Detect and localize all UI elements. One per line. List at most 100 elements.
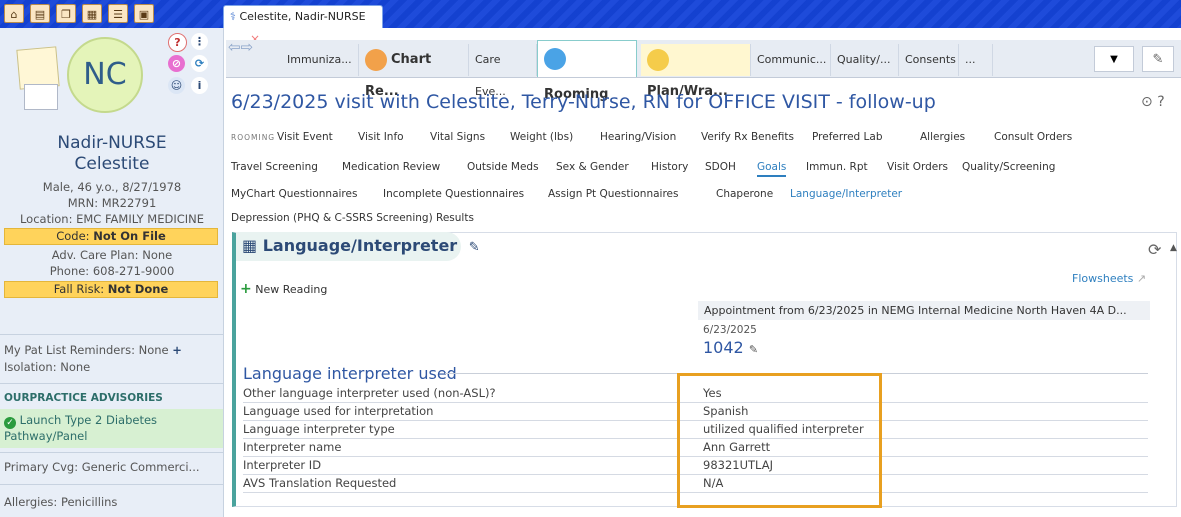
patient-name[interactable]: Nadir-NURSE Celestite xyxy=(0,133,224,175)
reading-time-value: 1042 xyxy=(703,338,744,357)
tab-quality[interactable]: Quality/... xyxy=(831,44,899,76)
tab-rooming[interactable]: Rooming xyxy=(537,40,637,102)
stethoscope-icon: ⚕ xyxy=(230,10,236,23)
tab-plan-wrap[interactable]: Plan/Wra... xyxy=(641,44,751,99)
link-visit-orders[interactable]: Visit Orders xyxy=(887,161,948,173)
back-arrow-icon[interactable]: ⇦ xyxy=(228,38,241,56)
external-link-icon: ↗ xyxy=(1136,272,1147,285)
link-sdoh[interactable]: SDOH xyxy=(705,161,736,173)
sheets-icon[interactable]: ❐ xyxy=(56,4,76,23)
link-immun-rpt[interactable]: Immun. Rpt xyxy=(806,161,868,173)
flowsheets-label: Flowsheets xyxy=(1072,272,1134,285)
fall-risk-value: Not Done xyxy=(107,282,169,296)
calendar-icon[interactable]: ▦ xyxy=(82,4,102,23)
highlight-box xyxy=(677,373,882,508)
link-hearing-vision[interactable]: Hearing/Vision xyxy=(600,131,676,143)
nav-arrows: ⇦⇨ xyxy=(228,38,253,56)
section-title: ▦ Language/Interpreter ✎ xyxy=(242,236,480,255)
tab-consents[interactable]: Consents xyxy=(899,44,959,76)
advisories-header: OURPRACTICE ADVISORIES xyxy=(4,392,163,404)
link-quality-screening[interactable]: Quality/Screening xyxy=(962,161,1055,173)
link-incomplete-questionnaires[interactable]: Incomplete Questionnaires xyxy=(383,188,524,200)
tree-icon[interactable]: ⋮ xyxy=(191,33,208,50)
primary-coverage[interactable]: Primary Cvg: Generic Commerci... xyxy=(4,460,200,475)
link-visit-event[interactable]: Visit Event xyxy=(277,131,333,143)
link-medication-review[interactable]: Medication Review xyxy=(342,161,440,173)
link-travel-screening[interactable]: Travel Screening xyxy=(231,161,318,173)
adv-care-plan[interactable]: Adv. Care Plan: None xyxy=(0,247,224,263)
visit-title: 6/23/2025 visit with Celestite, Terry-Nu… xyxy=(231,91,936,113)
divider xyxy=(0,484,224,485)
link-chaperone[interactable]: Chaperone xyxy=(716,188,773,200)
system-toolbar: ⌂ ▤ ❐ ▦ ☰ ▣ xyxy=(0,0,1181,28)
plan-icon xyxy=(647,48,669,71)
link-depression-results[interactable]: Depression (PHQ & C-SSRS Screening) Resu… xyxy=(231,212,474,224)
patient-tab-label: Celestite, Nadir-NURSE xyxy=(239,10,366,23)
allergies[interactable]: Allergies: Penicillins xyxy=(4,495,117,510)
flowsheets-link[interactable]: Flowsheets ↗ xyxy=(1072,272,1146,285)
patient-tab[interactable]: ⚕ Celestite, Nadir-NURSE × xyxy=(223,5,383,46)
patient-name-line1: Nadir-NURSE xyxy=(57,133,167,153)
link-weight[interactable]: Weight (lbs) xyxy=(510,131,573,143)
link-goals[interactable]: Goals xyxy=(757,161,787,177)
link-language-interpreter[interactable]: Language/Interpreter xyxy=(790,188,902,200)
no-entry-icon[interactable]: ⊘ xyxy=(168,55,185,72)
link-visit-info[interactable]: Visit Info xyxy=(358,131,404,143)
info-icon[interactable]: i xyxy=(191,77,208,94)
link-sex-gender[interactable]: Sex & Gender xyxy=(556,161,629,173)
more-options-icon[interactable]: ⊙ xyxy=(1141,94,1153,110)
appointment-header: Appointment from 6/23/2025 in NEMG Inter… xyxy=(698,301,1150,320)
pencil-icon[interactable]: ✎ xyxy=(749,343,758,356)
tab-more[interactable]: ... xyxy=(959,44,993,76)
fall-risk-badge[interactable]: Fall Risk: Not Done xyxy=(4,281,218,298)
reminders[interactable]: My Pat List Reminders: None + xyxy=(4,343,182,358)
photo-placeholder-icon[interactable] xyxy=(24,84,58,110)
refresh-icon[interactable]: ⟳ xyxy=(1148,240,1161,259)
tab-immunizations[interactable]: Immuniza... xyxy=(281,44,359,76)
window-icon[interactable]: ▣ xyxy=(134,4,154,23)
pencil-icon[interactable]: ✎ xyxy=(469,240,480,255)
scroll-up-arrow[interactable]: ▲ xyxy=(1170,243,1177,253)
link-assign-questionnaires[interactable]: Assign Pt Questionnaires xyxy=(548,188,678,200)
patient-mrn: MRN: MR22791 xyxy=(67,196,157,210)
patient-name-line2: Celestite xyxy=(74,154,150,174)
add-reminder-icon[interactable]: + xyxy=(172,343,182,357)
tab-care-everywhere[interactable]: Care Eve... xyxy=(469,44,537,98)
fall-risk-label: Fall Risk: xyxy=(53,282,108,296)
advisory-item[interactable]: ✓ Launch Type 2 Diabetes Pathway/Panel xyxy=(4,413,194,443)
home-icon[interactable]: ⌂ xyxy=(4,4,24,23)
link-consult-orders[interactable]: Consult Orders xyxy=(994,131,1072,143)
table-icon: ▦ xyxy=(242,236,258,255)
divider xyxy=(0,452,224,453)
code-label: Code: xyxy=(56,229,94,243)
tab-communications[interactable]: Communic... xyxy=(751,44,831,76)
patient-location: Location: EMC FAMILY MEDICINE xyxy=(19,212,205,226)
link-allergies[interactable]: Allergies xyxy=(920,131,965,143)
code-status-badge[interactable]: Code: Not On File xyxy=(4,228,218,245)
rooming-label: ROOMING xyxy=(231,133,276,142)
inbox-icon[interactable]: ▤ xyxy=(30,4,50,23)
chevron-down-icon[interactable]: ▼ xyxy=(1094,46,1134,72)
link-outside-meds[interactable]: Outside Meds xyxy=(467,161,539,173)
advisory-label: Launch Type 2 Diabetes Pathway/Panel xyxy=(4,413,158,443)
patient-demographics: Male, 46 y.o., 8/27/1978 xyxy=(42,180,182,194)
wrench-icon[interactable]: ✎ xyxy=(1142,46,1174,72)
row-label: Interpreter name xyxy=(243,440,342,454)
help-circle-icon[interactable]: ? xyxy=(1157,94,1164,110)
new-reading-button[interactable]: + New Reading xyxy=(240,281,327,297)
list-icon[interactable]: ☰ xyxy=(108,4,128,23)
chat-icon[interactable]: ☺ xyxy=(168,77,185,94)
sync-icon[interactable]: ⟳ xyxy=(191,55,208,72)
link-vital-signs[interactable]: Vital Signs xyxy=(430,131,485,143)
avatar[interactable]: NC xyxy=(67,37,143,113)
isolation: Isolation: None xyxy=(4,360,91,374)
reading-time[interactable]: 1042 ✎ xyxy=(703,338,758,357)
link-preferred-lab[interactable]: Preferred Lab xyxy=(812,131,882,143)
check-circle-icon: ✓ xyxy=(4,417,16,429)
link-history[interactable]: History xyxy=(651,161,688,173)
tab-chart-review[interactable]: Chart Re... xyxy=(359,44,469,99)
forward-arrow-icon[interactable]: ⇨ xyxy=(241,38,254,56)
help-icon[interactable]: ? xyxy=(168,33,187,52)
link-verify-rx[interactable]: Verify Rx Benefits xyxy=(701,131,794,143)
link-mychart-questionnaires[interactable]: MyChart Questionnaires xyxy=(231,188,357,200)
